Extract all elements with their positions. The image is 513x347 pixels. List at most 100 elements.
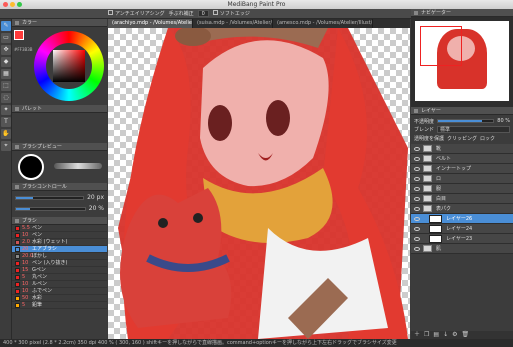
brush-preview-header[interactable]: ブラシプレビュー <box>12 143 107 151</box>
brush-size: 10 <box>22 231 29 238</box>
select-tool-icon[interactable]: ⬚ <box>1 81 11 91</box>
folder-icon <box>423 145 432 152</box>
folder-icon <box>423 205 432 212</box>
layer-name: 靴 <box>436 146 442 152</box>
add-layer-icon[interactable]: ＋ <box>414 331 420 339</box>
brush-color-swatch <box>15 232 20 238</box>
brush-size: 20.0 <box>22 252 34 259</box>
visibility-eye-icon[interactable] <box>414 196 420 201</box>
canvas-area[interactable]: (arachiyo.mdp - /Volumes/Atelier/Illust/… <box>108 19 410 339</box>
folder-icon <box>423 175 432 182</box>
lock-checkbox[interactable]: ロック <box>480 135 495 142</box>
navigator-header[interactable]: ナビゲーター <box>411 9 513 17</box>
tool-strip: ✎ ▭ ✥ ◆ ▦ ⬚ ◌ ✦ T ✋ ⌖ <box>0 19 12 339</box>
layer-row[interactable]: インナートップ <box>411 164 513 174</box>
hand-tool-icon[interactable]: ✋ <box>1 129 11 139</box>
correction-field[interactable]: 0 <box>197 10 209 17</box>
gradient-tool-icon[interactable]: ▦ <box>1 69 11 79</box>
visibility-eye-icon[interactable] <box>414 156 420 161</box>
visibility-eye-icon[interactable] <box>414 146 420 151</box>
soft-edge-checkbox[interactable]: ソフトエッジ <box>212 10 250 17</box>
eyedropper-tool-icon[interactable]: ⌖ <box>1 141 11 151</box>
merge-down-icon[interactable]: ↓ <box>443 331 448 339</box>
layer-row[interactable]: ロ <box>411 174 513 184</box>
layer-settings-icon[interactable]: ⚙ <box>452 331 457 339</box>
illustration-canvas[interactable] <box>108 28 410 339</box>
document-tab[interactable]: (amesco.mdp - /Volumes/Atelier/Illust/Ph… <box>273 19 373 28</box>
foreground-color-swatch[interactable] <box>14 30 24 40</box>
brush-name: エアブラシ <box>32 245 57 252</box>
brush-size: 50 <box>22 294 29 301</box>
brush-size: 10 <box>22 259 29 266</box>
visibility-eye-icon[interactable] <box>414 236 420 241</box>
palette-panel-header[interactable]: パレット <box>12 105 107 113</box>
brush-item[interactable]: 5 鉛筆 <box>12 302 107 309</box>
hue-wheel[interactable] <box>34 31 104 101</box>
visibility-eye-icon[interactable] <box>414 216 420 221</box>
layer-row[interactable]: 白目 <box>411 194 513 204</box>
layer-opacity-slider[interactable] <box>437 119 495 123</box>
document-tabs: (arachiyo.mdp - /Volumes/Atelier/Illust/… <box>108 19 410 28</box>
navigator-viewport[interactable] <box>420 26 462 66</box>
pen-tool-icon[interactable]: ✎ <box>1 21 11 31</box>
protect-alpha-checkbox[interactable]: 透明度を保護 <box>414 135 444 142</box>
brush-opacity-slider[interactable] <box>15 206 86 211</box>
brush-color-swatch <box>15 302 20 308</box>
brush-list: 5.5 ペン 10 ペン 2.0 水彩 (ウェット) 20 エアブラシ 20.0 ぼかし 10 ペン … <box>12 225 107 309</box>
layer-row[interactable]: ベルト <box>411 154 513 164</box>
close-window-button[interactable] <box>3 2 8 7</box>
visibility-eye-icon[interactable] <box>414 166 420 171</box>
layer-row[interactable]: 靴 <box>411 144 513 154</box>
folder-icon <box>423 155 432 162</box>
left-panel: カラー #FF3B3B パレット ブラシプレビュー ブラシコントロール 20 p… <box>12 19 107 339</box>
visibility-eye-icon[interactable] <box>414 206 420 211</box>
layer-row[interactable]: 表パク <box>411 204 513 214</box>
visibility-eye-icon[interactable] <box>414 246 420 251</box>
visibility-eye-icon[interactable] <box>414 226 420 231</box>
layer-row[interactable]: レイヤー26 <box>411 214 513 224</box>
layer-row[interactable]: 肌 <box>411 244 513 254</box>
antialias-checkbox[interactable]: アンチエイリアシング <box>108 10 165 17</box>
brush-stroke-preview <box>54 163 102 169</box>
navigator-thumbnail[interactable] <box>415 21 509 101</box>
folder-icon <box>423 195 432 202</box>
visibility-eye-icon[interactable] <box>414 186 420 191</box>
brush-panel-header[interactable]: ブラシ <box>12 217 107 225</box>
fill-tool-icon[interactable]: ◆ <box>1 57 11 67</box>
delete-layer-icon[interactable]: 🗑 <box>462 331 470 339</box>
blend-mode-select[interactable]: 標準 <box>437 126 510 133</box>
visibility-eye-icon[interactable] <box>414 176 420 181</box>
layer-panel-header[interactable]: レイヤー <box>411 107 513 115</box>
blend-label: ブレンド <box>414 127 435 133</box>
layer-name: レイヤー24 <box>446 226 473 232</box>
folder-icon <box>423 245 432 252</box>
document-tab[interactable]: (suisa.mdp - /Volumes/Atelier/Illust/Pho… <box>193 19 273 28</box>
layer-row[interactable]: レイヤー23 <box>411 234 513 244</box>
folder-icon <box>423 185 432 192</box>
layer-row[interactable]: レイヤー24 <box>411 224 513 234</box>
color-panel-header[interactable]: カラー <box>12 19 107 27</box>
layer-row[interactable]: 服 <box>411 184 513 194</box>
clipping-checkbox[interactable]: クリッピング <box>447 135 477 142</box>
brush-size: 5.5 <box>22 224 30 231</box>
brush-color-swatch <box>15 267 20 273</box>
zoom-window-button[interactable] <box>17 2 22 7</box>
wand-tool-icon[interactable]: ✦ <box>1 105 11 115</box>
brush-size-slider[interactable] <box>15 195 85 200</box>
brush-name: 水彩 <box>32 294 43 301</box>
minimize-window-button[interactable] <box>10 2 15 7</box>
navigator-panel[interactable] <box>411 17 513 107</box>
duplicate-layer-icon[interactable]: ❐ <box>424 331 429 339</box>
saturation-value-square[interactable] <box>53 50 85 82</box>
brush-color-swatch <box>15 288 20 294</box>
layer-name: 表パク <box>436 206 452 212</box>
brush-tip-preview <box>18 154 44 180</box>
eraser-tool-icon[interactable]: ▭ <box>1 33 11 43</box>
brush-control-header[interactable]: ブラシコントロール <box>12 183 107 191</box>
folder-icon[interactable]: ▤ <box>433 331 439 339</box>
document-tab[interactable]: (arachiyo.mdp - /Volumes/Atelier/Illust/… <box>108 19 193 28</box>
text-tool-icon[interactable]: T <box>1 117 11 127</box>
layer-name: インナートップ <box>436 166 472 172</box>
lasso-tool-icon[interactable]: ◌ <box>1 93 11 103</box>
move-tool-icon[interactable]: ✥ <box>1 45 11 55</box>
